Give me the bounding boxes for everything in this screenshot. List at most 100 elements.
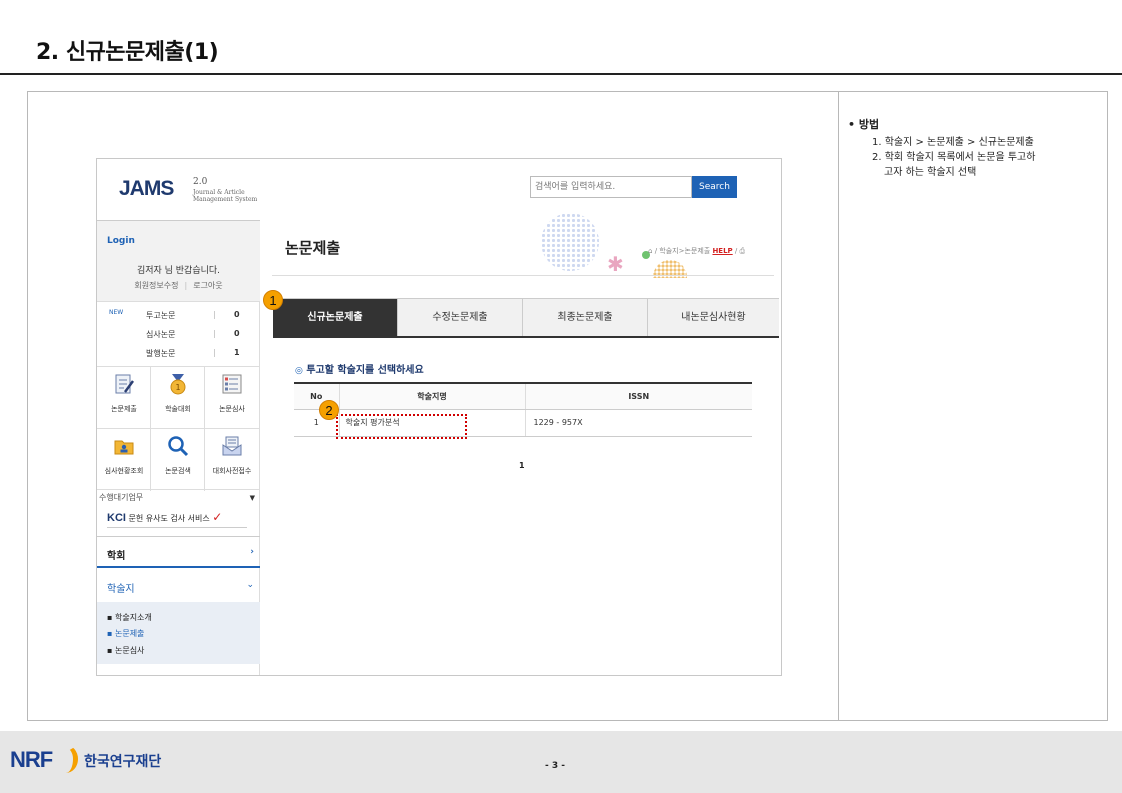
account-info-link[interactable]: 회원정보수정 bbox=[134, 281, 178, 290]
stat-row[interactable]: 심사논문 0 bbox=[97, 325, 260, 344]
quick-menu-conference[interactable]: 1 학술대회 bbox=[151, 367, 205, 429]
quick-menu-search[interactable]: 논문검색 bbox=[151, 429, 205, 491]
side-notes: 방법 1. 학술지 > 논문제출 > 신규논문제출 2. 학회 학술지 목록에서… bbox=[848, 118, 1103, 181]
checklist-icon bbox=[222, 374, 242, 394]
table-header-row: No 학술지명 ISSN bbox=[294, 383, 752, 410]
tab-final-submission[interactable]: 최종논문제출 bbox=[523, 298, 648, 336]
quick-menu-status[interactable]: 심사현황조회 bbox=[97, 429, 151, 491]
chevron-right-icon: › bbox=[250, 547, 254, 557]
logo-version: 2.0 bbox=[193, 177, 208, 187]
stat-count: 0 bbox=[234, 310, 240, 319]
stat-count: 0 bbox=[234, 329, 240, 338]
search-button[interactable]: Search bbox=[692, 176, 737, 198]
print-icon[interactable]: / ⎙ bbox=[735, 247, 745, 255]
breadcrumb: ⌂ / 학술지>논문제출 HELP / ⎙ bbox=[648, 246, 745, 256]
menu-journal[interactable]: 학술지 ⌄ bbox=[97, 570, 260, 602]
stat-label: 심사논문 bbox=[146, 330, 176, 339]
decorative-snowflake-icon: ✱ bbox=[607, 252, 624, 276]
jams-logo[interactable]: JAMS 2.0 Journal & Article Management Sy… bbox=[119, 177, 257, 203]
checkmark-icon: ✓ bbox=[212, 510, 223, 524]
link-separator: | bbox=[184, 281, 188, 290]
menu-society-label: 학회 bbox=[107, 551, 126, 562]
submenu-item[interactable]: ▪ 논문심사 bbox=[107, 645, 144, 656]
quick-menu-label: 논문검색 bbox=[165, 467, 191, 475]
instruction-text: ◎ 투고할 학술지를 선택하세요 bbox=[295, 361, 424, 376]
pending-task-select[interactable]: 수행대기업무 ▼ bbox=[99, 492, 257, 505]
svg-text:1: 1 bbox=[175, 383, 180, 392]
tab-review-status[interactable]: 내논문심사현황 bbox=[648, 298, 779, 336]
step-badge: 1 bbox=[263, 290, 283, 310]
stat-label: 투고논문 bbox=[146, 311, 176, 320]
quick-menu-submit[interactable]: 논문제출 bbox=[97, 367, 151, 429]
footer: NRF 한국연구재단 - 3 - bbox=[0, 731, 1122, 793]
submenu-label: 논문심사 bbox=[114, 646, 145, 655]
magnifier-icon bbox=[168, 436, 189, 457]
stat-divider bbox=[214, 311, 215, 319]
pending-task-label: 수행대기업무 bbox=[99, 493, 144, 502]
logo-arc-icon bbox=[54, 745, 78, 773]
logout-link[interactable]: 로그아웃 bbox=[193, 281, 222, 290]
org-name: 한국연구재단 bbox=[84, 754, 162, 770]
medal-icon: 1 bbox=[170, 374, 186, 395]
help-link[interactable]: HELP bbox=[712, 247, 732, 255]
stat-divider bbox=[214, 349, 215, 357]
login-label: Login bbox=[107, 236, 135, 246]
notes-steps: 1. 학술지 > 논문제출 > 신규논문제출 2. 학회 학술지 목록에서 논문… bbox=[848, 136, 1103, 180]
paper-stats: NEW 투고논문 0 심사논문 0 발행논문 1 bbox=[97, 306, 260, 363]
quick-menu-label: 논문제출 bbox=[111, 405, 137, 413]
submenu-item[interactable]: ▪ 학술지소개 bbox=[107, 612, 152, 623]
search-input[interactable]: 검색어를 입력하세요. bbox=[530, 176, 692, 198]
quick-menu-preregister[interactable]: 대회사전접수 bbox=[205, 429, 259, 491]
greeting-text: 김저자 님 반갑습니다. bbox=[136, 266, 221, 276]
submenu-item-active[interactable]: ▪ 논문제출 bbox=[107, 628, 144, 639]
stat-row[interactable]: NEW 투고논문 0 bbox=[97, 306, 260, 325]
document-edit-icon bbox=[115, 374, 135, 394]
stat-label: 발행논문 bbox=[146, 349, 176, 358]
quick-menu-label: 학술대회 bbox=[165, 405, 191, 413]
login-box: Login 김저자 님 반갑습니다. 회원정보수정 | 로그아웃 bbox=[97, 220, 260, 302]
menu-journal-label: 학술지 bbox=[107, 584, 135, 595]
logo-name: JAMS bbox=[119, 177, 174, 200]
kci-similarity-link[interactable]: KCI 문헌 유사도 검사 서비스 ✓ bbox=[107, 510, 247, 528]
column-header-issn: ISSN bbox=[525, 383, 752, 410]
left-sidebar: Login 김저자 님 반갑습니다. 회원정보수정 | 로그아웃 NEW 투고논문 … bbox=[97, 220, 260, 675]
quick-menu-review[interactable]: 논문심사 bbox=[205, 367, 259, 429]
kci-logo: KCI bbox=[107, 512, 126, 524]
quick-menu-label: 대회사전접수 bbox=[212, 467, 252, 475]
notes-title: 방법 bbox=[848, 118, 1103, 132]
app-screenshot: JAMS 2.0 Journal & Article Management Sy… bbox=[96, 158, 782, 676]
submission-tabs: 신규논문제출 수정논문제출 최종논문제출 내논문심사현황 bbox=[273, 298, 779, 338]
column-header-name: 학술지명 bbox=[339, 383, 526, 410]
step-badge: 2 bbox=[319, 400, 339, 420]
journal-submenu: ▪ 학술지소개 ▪ 논문제출 ▪ 논문심사 bbox=[97, 602, 260, 664]
home-icon[interactable]: ⌂ bbox=[648, 247, 652, 255]
instruction-label: 투고할 학술지를 선택하세요 bbox=[306, 365, 424, 376]
stat-divider bbox=[214, 330, 215, 338]
breadcrumb-path: / 학술지>논문제출 bbox=[654, 247, 711, 255]
logo-subtitle: Journal & Article Management System bbox=[193, 189, 258, 203]
notes-step: 1. 학술지 > 논문제출 > 신규논문제출 bbox=[872, 137, 1034, 148]
frame-divider bbox=[838, 91, 839, 721]
tab-revised-submission[interactable]: 수정논문제출 bbox=[398, 298, 523, 336]
account-links: 회원정보수정 | 로그아웃 bbox=[97, 280, 260, 291]
page-number: - 3 - bbox=[545, 761, 565, 771]
new-badge: NEW bbox=[109, 309, 124, 316]
quick-menu-label: 심사현황조회 bbox=[104, 467, 144, 475]
kci-text: 문헌 유사도 검사 서비스 bbox=[128, 514, 210, 523]
page-title: 2. 신규논문제출(1) bbox=[36, 40, 219, 65]
section-heading: 논문제출 bbox=[285, 239, 341, 257]
submenu-label: 논문제출 bbox=[114, 629, 145, 638]
heading-divider bbox=[272, 275, 774, 276]
nrf-logo: NRF bbox=[10, 745, 80, 775]
target-bullet-icon: ◎ bbox=[295, 366, 303, 376]
title-divider bbox=[0, 73, 1122, 75]
stat-row[interactable]: 발행논문 1 bbox=[97, 344, 260, 363]
pagination-page[interactable]: 1 bbox=[519, 461, 525, 470]
notes-step: 고자 하는 학술지 선택 bbox=[884, 167, 977, 178]
highlight-box bbox=[336, 414, 467, 439]
tab-new-submission[interactable]: 신규논문제출 bbox=[273, 298, 398, 336]
quick-menu-grid: 논문제출 1 학술대회 논문심사 심사현황조회 논문검색 대회사전접수 bbox=[97, 366, 260, 491]
quick-menu-label: 논문심사 bbox=[219, 405, 245, 413]
envelope-icon bbox=[222, 436, 242, 456]
menu-society[interactable]: 학회 › bbox=[97, 536, 260, 568]
